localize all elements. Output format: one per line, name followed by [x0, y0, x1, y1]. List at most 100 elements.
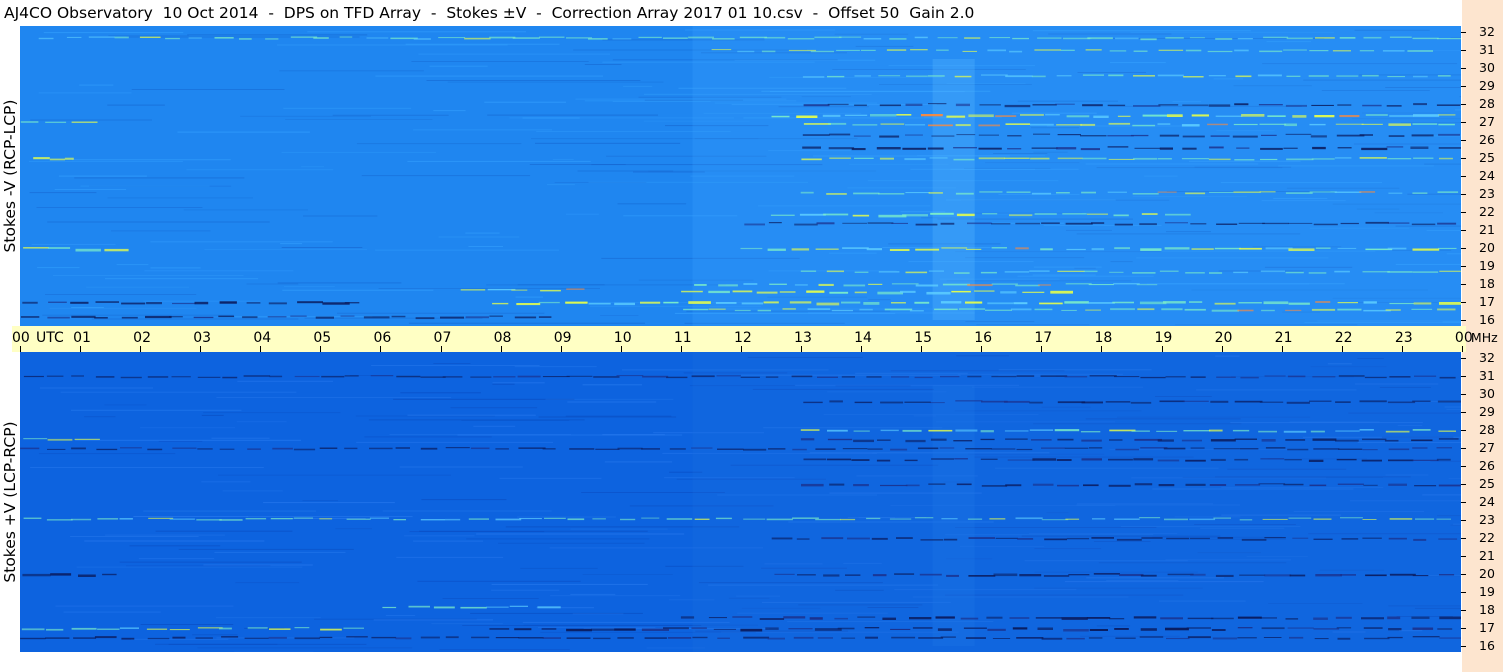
signal-band-mark — [1043, 575, 1070, 577]
freq-tick — [1461, 266, 1466, 267]
signal-band-mark — [1388, 192, 1403, 194]
noise-streak — [498, 542, 645, 544]
signal-band-mark — [1040, 375, 1068, 377]
signal-band-mark — [239, 38, 252, 40]
noise-streak — [570, 528, 668, 530]
signal-band-mark — [1234, 400, 1263, 403]
signal-band-mark — [810, 50, 834, 53]
signal-band-mark — [1082, 157, 1107, 160]
signal-band-mark — [739, 36, 767, 39]
signal-band-mark — [1412, 192, 1428, 194]
signal-band-mark — [1089, 447, 1103, 449]
signal-band-mark — [1032, 104, 1057, 106]
signal-band-mark — [1161, 308, 1183, 311]
signal-band-mark — [991, 223, 1011, 225]
noise-streak — [31, 243, 116, 245]
noise-streak — [216, 397, 452, 398]
freq-tick — [1461, 284, 1466, 285]
signal-band-mark — [1183, 76, 1204, 78]
signal-band-mark — [1236, 147, 1250, 149]
noise-streak — [150, 241, 333, 243]
signal-band-mark — [991, 283, 1018, 285]
signal-band-mark — [1004, 430, 1029, 432]
signal-band-mark — [344, 447, 358, 450]
noise-streak — [450, 407, 538, 409]
signal-band-mark — [1364, 376, 1387, 379]
signal-band-mark — [1185, 49, 1202, 52]
signal-band-mark — [902, 214, 928, 217]
signal-band-mark — [1037, 37, 1062, 39]
time-tick — [921, 346, 923, 352]
signal-band-mark — [1115, 448, 1139, 451]
time-tick — [981, 346, 983, 352]
signal-band-mark — [1438, 147, 1461, 149]
signal-band-mark — [1191, 114, 1209, 117]
signal-band-mark — [1234, 49, 1249, 52]
signal-band-mark — [1157, 74, 1184, 77]
noise-streak — [396, 556, 504, 558]
signal-band-mark — [344, 302, 360, 304]
noise-streak — [565, 415, 672, 417]
signal-band-mark — [926, 291, 951, 295]
time-tick-label: 08 — [493, 330, 512, 346]
signal-band-mark — [1083, 484, 1099, 487]
noise-streak — [375, 249, 560, 251]
noise-streak — [400, 392, 481, 394]
signal-band-mark — [566, 375, 593, 377]
signal-band-mark — [489, 315, 503, 317]
signal-band-mark — [495, 518, 522, 521]
noise-streak — [58, 175, 147, 177]
noise-streak — [364, 436, 492, 438]
signal-band-mark — [904, 459, 918, 462]
signal-band-mark — [991, 448, 1016, 450]
signal-band-mark — [464, 37, 491, 40]
signal-band-mark — [1066, 248, 1086, 251]
signal-band-mark — [517, 375, 541, 378]
signal-band-mark — [909, 310, 924, 312]
signal-band-mark — [967, 518, 983, 520]
signal-band-mark — [617, 637, 634, 639]
signal-band-mark — [915, 284, 939, 287]
signal-band-mark — [842, 247, 869, 249]
signal-band-mark — [1139, 517, 1161, 519]
signal-band-mark — [319, 636, 333, 639]
signal-band-mark — [440, 316, 464, 319]
signal-band-mark — [641, 517, 660, 519]
signal-band-mark — [905, 271, 928, 274]
noise-streak — [86, 286, 189, 288]
signal-band-mark — [870, 114, 897, 117]
signal-band-mark — [1191, 248, 1214, 250]
noise-streak — [54, 189, 127, 190]
signal-band-mark — [871, 537, 888, 540]
freq-tick — [1461, 32, 1466, 33]
signal-band-mark — [1336, 458, 1357, 461]
noise-streak — [565, 213, 599, 215]
noise-streak — [426, 80, 641, 81]
signal-band-mark — [821, 537, 844, 540]
signal-band-mark — [1157, 123, 1171, 125]
signal-band-mark — [1108, 484, 1131, 487]
signal-band-mark — [928, 270, 944, 272]
signal-band-mark — [1164, 247, 1190, 250]
signal-band-mark — [815, 518, 841, 521]
signal-band-mark — [1363, 627, 1383, 629]
spectrogram-top-svg — [20, 26, 1461, 326]
freq-tick-label: 29 — [1479, 404, 1495, 419]
signal-band-mark — [954, 272, 970, 274]
signal-band-mark — [1080, 135, 1107, 137]
signal-band-mark — [691, 447, 713, 449]
freq-tick-label: 18 — [1479, 602, 1495, 617]
signal-band-mark — [941, 518, 958, 520]
signal-band-mark — [537, 606, 561, 609]
signal-band-mark — [680, 616, 695, 619]
signal-band-mark — [1004, 104, 1031, 108]
signal-band-mark — [718, 284, 738, 287]
signal-band-mark — [1314, 638, 1329, 640]
signal-band-mark — [121, 637, 135, 640]
freq-tick-label: 24 — [1479, 494, 1495, 509]
signal-band-mark — [831, 309, 853, 312]
signal-band-mark — [827, 429, 848, 432]
signal-band-mark — [1311, 104, 1334, 106]
signal-band-mark — [1313, 518, 1332, 520]
time-tick — [1281, 346, 1283, 352]
